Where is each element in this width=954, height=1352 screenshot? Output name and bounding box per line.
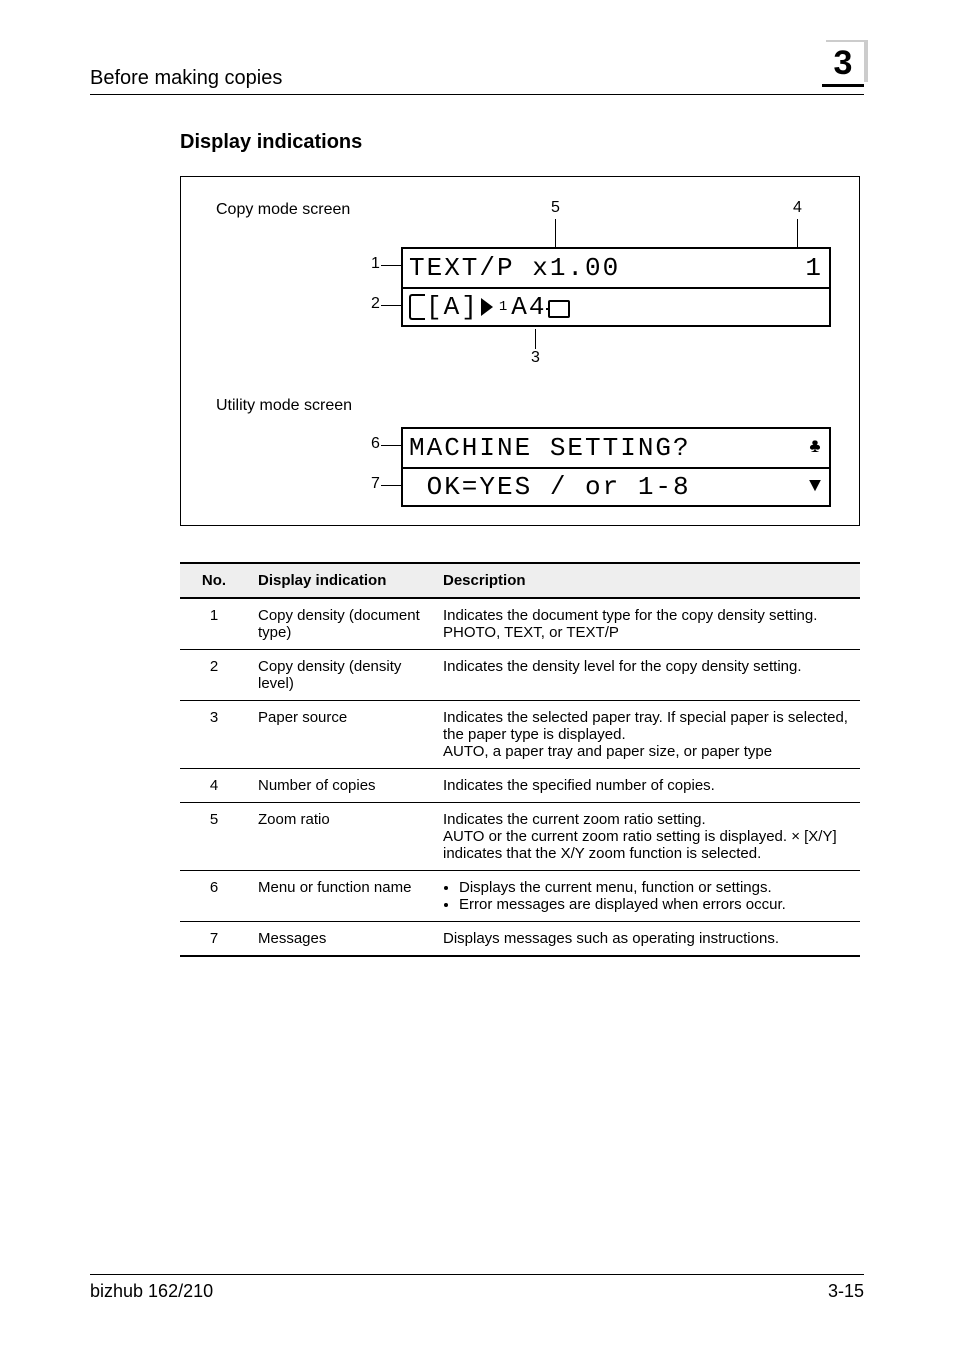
callout-7: 7 [371, 475, 380, 493]
cell-no: 7 [180, 922, 248, 957]
display-figure: Copy mode screen Utility mode screen 5 4… [180, 176, 860, 526]
indications-table: No. Display indication Description 1 Cop… [180, 562, 860, 957]
cell-no: 1 [180, 598, 248, 650]
copy-mode-label: Copy mode screen [216, 201, 350, 219]
table-row: 1 Copy density (document type) Indicates… [180, 598, 860, 650]
cell-description: Displays the current menu, function or s… [433, 871, 860, 922]
cell-no: 4 [180, 769, 248, 803]
cell-no: 5 [180, 803, 248, 871]
paper-size: A4 [511, 292, 546, 322]
list-item: Displays the current menu, function or s… [459, 879, 850, 896]
callout-2: 2 [371, 295, 380, 313]
table-row: 3 Paper source Indicates the selected pa… [180, 701, 860, 769]
lcd-row-2: [A] 1A4 [401, 287, 831, 327]
table-row: 6 Menu or function name Displays the cur… [180, 871, 860, 922]
utility-mode-label: Utility mode screen [216, 397, 352, 415]
scroll-down-icon: ▼ [809, 477, 823, 497]
th-description: Description [433, 563, 860, 598]
cell-no: 2 [180, 650, 248, 701]
table-row: 7 Messages Displays messages such as ope… [180, 922, 860, 957]
breadcrumb: Before making copies [90, 67, 814, 90]
lcd-row1-right: 1 [805, 253, 823, 283]
arrow-right-icon [481, 298, 493, 316]
footer-page: 3-15 [828, 1281, 864, 1302]
lcd-row1-left: TEXT/P x1.00 [409, 253, 620, 283]
density-icon [409, 294, 425, 320]
cell-indication: Copy density (density level) [248, 650, 433, 701]
chapter-badge: 3 [814, 40, 864, 90]
lcd-row-7: OK=YES / or 1-8 ▼ [401, 467, 831, 507]
tray-number: 1 [499, 299, 509, 315]
cell-no: 3 [180, 701, 248, 769]
th-no: No. [180, 563, 248, 598]
cell-description: Indicates the selected paper tray. If sp… [433, 701, 860, 769]
orientation-icon [548, 300, 570, 318]
lcd-row-1: TEXT/P x1.00 1 [401, 247, 831, 287]
cell-indication: Number of copies [248, 769, 433, 803]
callout-3: 3 [531, 349, 540, 367]
list-item: Error messages are displayed when errors… [459, 896, 850, 913]
cell-description: Indicates the document type for the copy… [433, 598, 860, 650]
cell-indication: Zoom ratio [248, 803, 433, 871]
cell-indication: Copy density (document type) [248, 598, 433, 650]
th-indication: Display indication [248, 563, 433, 598]
table-row: 5 Zoom ratio Indicates the current zoom … [180, 803, 860, 871]
lcd-row6-left: MACHINE SETTING? [409, 433, 691, 463]
cell-indication: Menu or function name [248, 871, 433, 922]
callout-6: 6 [371, 435, 380, 453]
lcd-row-6: MACHINE SETTING? ♣ [401, 427, 831, 467]
callout-5: 5 [551, 199, 560, 217]
lcd-row7-left: OK=YES / or 1-8 [409, 472, 691, 502]
cell-description: Indicates the current zoom ratio setting… [433, 803, 860, 871]
table-row: 2 Copy density (density level) Indicates… [180, 650, 860, 701]
cell-indication: Paper source [248, 701, 433, 769]
cell-description: Indicates the specified number of copies… [433, 769, 860, 803]
scroll-up-icon: ♣ [809, 438, 823, 458]
callout-1: 1 [371, 255, 380, 273]
cell-description: Displays messages such as operating inst… [433, 922, 860, 957]
table-row: 4 Number of copies Indicates the specifi… [180, 769, 860, 803]
callout-4: 4 [793, 199, 802, 217]
cell-description: Indicates the density level for the copy… [433, 650, 860, 701]
cell-indication: Messages [248, 922, 433, 957]
footer-model: bizhub 162/210 [90, 1281, 213, 1302]
cell-no: 6 [180, 871, 248, 922]
chapter-number: 3 [822, 42, 864, 87]
section-heading: Display indications [180, 131, 864, 154]
density-bracket: [A] [426, 292, 479, 322]
